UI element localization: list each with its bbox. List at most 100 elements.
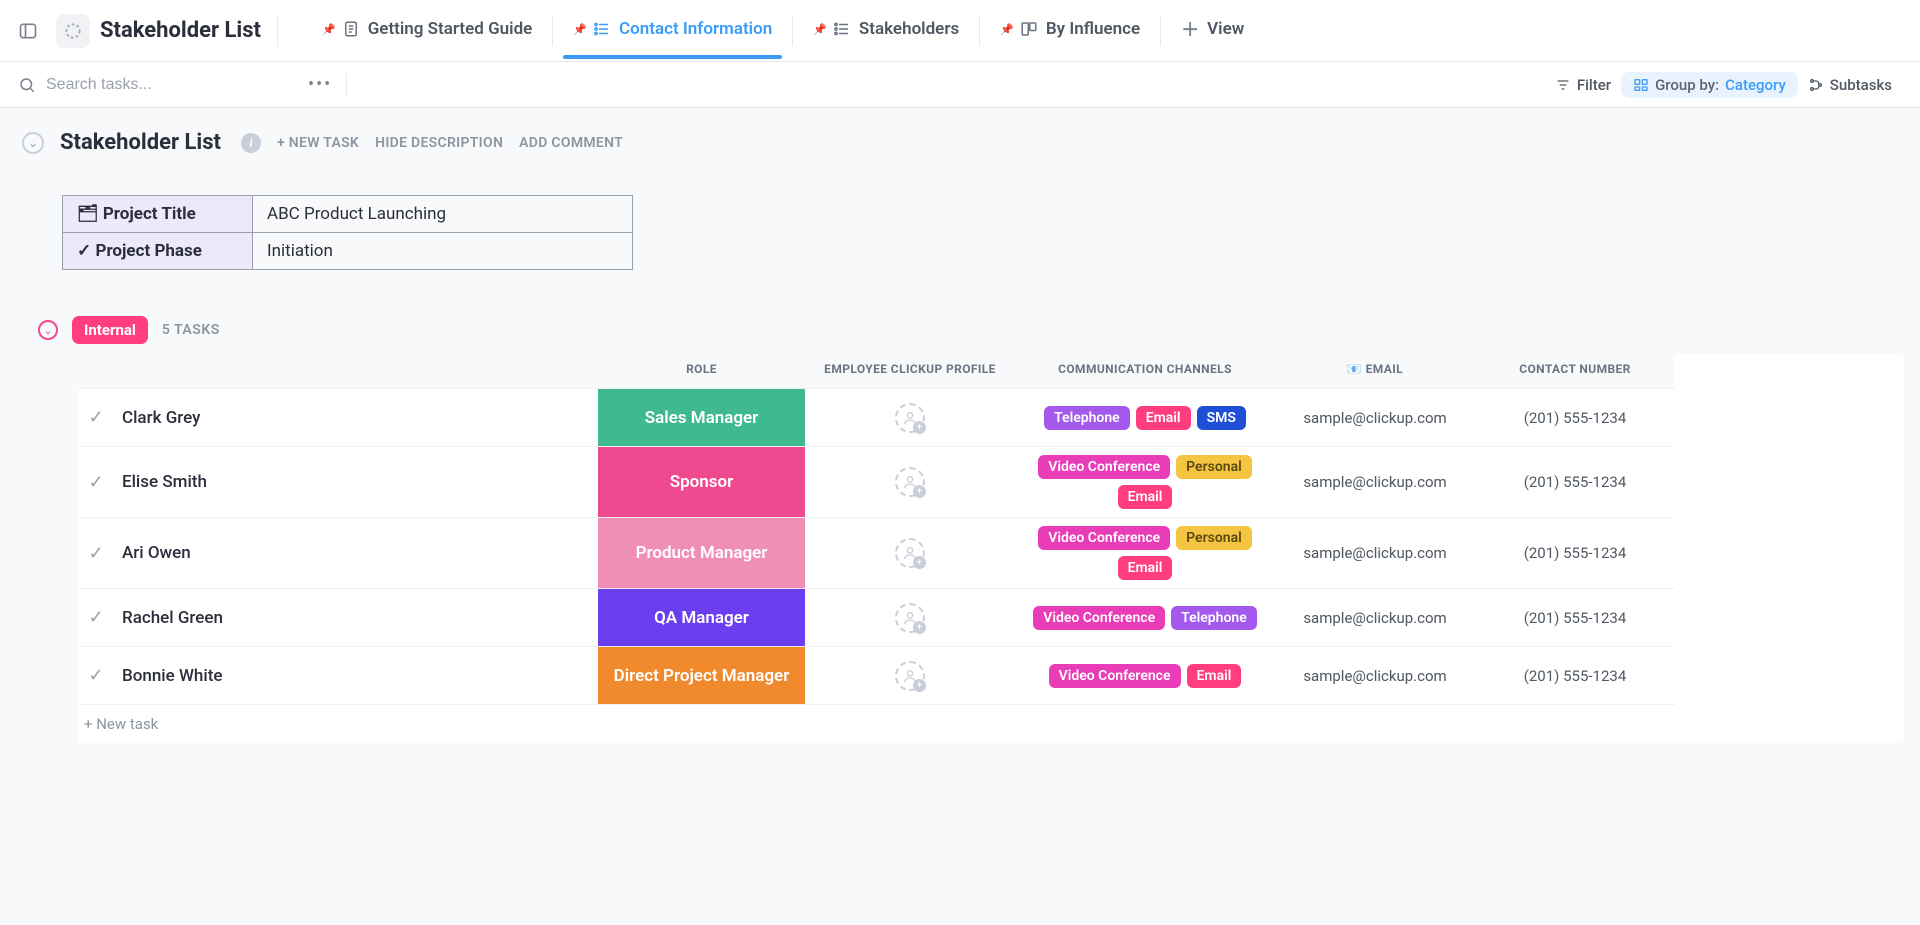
tab-getting-started[interactable]: 📌 Getting Started Guide — [304, 0, 550, 61]
col-email[interactable]: 📧 EMAIL — [1275, 354, 1475, 388]
role-chip: Sponsor — [598, 447, 805, 517]
task-name: Ari Owen — [122, 543, 191, 563]
group-name-pill[interactable]: Internal — [72, 316, 148, 344]
group-by-button[interactable]: Group by: Category — [1621, 72, 1798, 98]
phone-cell[interactable]: (201) 555-1234 — [1475, 446, 1675, 517]
channel-tag[interactable]: Telephone — [1171, 606, 1257, 630]
email-cell[interactable]: sample@clickup.com — [1275, 517, 1475, 588]
email-cell[interactable]: sample@clickup.com — [1275, 388, 1475, 446]
channel-tag[interactable]: Personal — [1176, 526, 1252, 550]
status-check-icon[interactable]: ✓ — [84, 543, 108, 564]
task-row-name[interactable]: ✓Bonnie White — [78, 646, 598, 704]
task-row-name[interactable]: ✓ Rachel Green — [78, 588, 598, 646]
new-task-row[interactable]: + New task — [78, 704, 1675, 743]
profile-cell[interactable] — [805, 446, 1015, 517]
channel-tag[interactable]: Personal — [1176, 455, 1252, 479]
assign-user-icon[interactable] — [895, 467, 925, 497]
assign-user-icon[interactable] — [895, 403, 925, 433]
role-cell[interactable]: Sales Manager — [598, 388, 805, 446]
tab-stakeholders[interactable]: 📌 Stakeholders — [795, 0, 977, 61]
hide-description-button[interactable]: HIDE DESCRIPTION — [375, 135, 503, 151]
profile-cell[interactable] — [805, 517, 1015, 588]
collapse-list-button[interactable]: ⌄ — [22, 132, 44, 154]
channel-tag[interactable]: Telephone — [1044, 406, 1130, 430]
expand-sidebar-button[interactable] — [14, 17, 42, 45]
tab-by-influence[interactable]: 📌 By Influence — [982, 0, 1158, 61]
channel-tag[interactable]: Email — [1187, 664, 1242, 688]
assign-user-icon[interactable] — [895, 603, 925, 633]
channels-cell[interactable]: Video ConferencePersonalEmail — [1015, 517, 1275, 588]
task-row-name[interactable]: ✓Clark Grey — [78, 388, 598, 446]
col-contact[interactable]: CONTACT NUMBER — [1475, 354, 1675, 388]
role-chip: Product Manager — [598, 518, 805, 588]
group-icon — [1633, 77, 1649, 93]
desc-value[interactable]: Initiation — [253, 233, 633, 270]
role-chip: QA Manager — [598, 589, 805, 646]
channel-tag[interactable]: Email — [1118, 485, 1173, 509]
channels-cell[interactable]: Video ConferenceTelephone — [1015, 588, 1275, 646]
more-options-button[interactable]: ••• — [298, 74, 342, 95]
email-cell[interactable]: sample@clickup.com — [1275, 646, 1475, 704]
status-check-icon[interactable]: ✓ — [84, 665, 108, 686]
phone-cell[interactable]: (201) 555-1234 — [1475, 588, 1675, 646]
task-row-name[interactable]: ✓ Ari Owen — [78, 517, 598, 588]
channels-cell[interactable]: TelephoneEmailSMS — [1015, 388, 1275, 446]
task-name: Elise Smith — [122, 472, 207, 492]
phone-cell[interactable]: (201) 555-1234 — [1475, 388, 1675, 446]
collapse-group-button[interactable]: ⌄ — [38, 320, 58, 340]
task-row-name[interactable]: ✓ Elise Smith — [78, 446, 598, 517]
list-title: Stakeholder List — [100, 18, 261, 43]
divider — [792, 16, 793, 46]
filter-button[interactable]: Filter — [1545, 76, 1621, 94]
divider — [979, 16, 980, 46]
list-header: ⌄ Stakeholder List i + NEW TASK HIDE DES… — [16, 130, 1904, 165]
profile-cell[interactable] — [805, 388, 1015, 446]
divider — [1160, 16, 1161, 46]
status-check-icon[interactable]: ✓ — [84, 472, 108, 493]
channel-tag[interactable]: Video Conference — [1033, 606, 1165, 630]
phone-cell[interactable]: (201) 555-1234 — [1475, 517, 1675, 588]
filter-icon — [1555, 77, 1571, 93]
assign-user-icon[interactable] — [895, 538, 925, 568]
col-role[interactable]: ROLE — [598, 354, 805, 388]
list-chip[interactable]: Stakeholder List — [48, 10, 269, 52]
channel-tag[interactable]: Video Conference — [1038, 455, 1170, 479]
add-view-button[interactable]: ＋ View — [1163, 0, 1262, 61]
profile-cell[interactable] — [805, 588, 1015, 646]
role-cell[interactable]: Product Manager — [598, 517, 805, 588]
role-chip: Direct Project Manager — [598, 647, 805, 704]
channels-cell[interactable]: Video ConferencePersonalEmail — [1015, 446, 1275, 517]
add-comment-button[interactable]: ADD COMMENT — [519, 135, 623, 151]
channel-tag[interactable]: Video Conference — [1049, 664, 1181, 688]
info-icon[interactable]: i — [241, 133, 261, 153]
status-check-icon[interactable]: ✓ — [84, 607, 108, 628]
col-channels[interactable]: COMMUNICATION CHANNELS — [1015, 354, 1275, 388]
profile-cell[interactable] — [805, 646, 1015, 704]
group-task-count: 5 TASKS — [162, 322, 220, 338]
tab-contact-information[interactable]: 📌 Contact Information — [555, 0, 790, 61]
search-input[interactable] — [46, 76, 226, 94]
tab-label: By Influence — [1046, 19, 1140, 39]
new-task-button[interactable]: + NEW TASK — [277, 135, 359, 151]
role-cell[interactable]: Direct Project Manager — [598, 646, 805, 704]
role-cell[interactable]: Sponsor — [598, 446, 805, 517]
channel-tag[interactable]: Email — [1118, 556, 1173, 580]
subtasks-button[interactable]: Subtasks — [1798, 76, 1902, 94]
assign-user-icon[interactable] — [895, 661, 925, 691]
pin-icon: 📌 — [813, 23, 827, 36]
phone-cell[interactable]: (201) 555-1234 — [1475, 646, 1675, 704]
channel-tag[interactable]: Email — [1136, 406, 1191, 430]
role-cell[interactable]: QA Manager — [598, 588, 805, 646]
email-cell[interactable]: sample@clickup.com — [1275, 446, 1475, 517]
channel-tag[interactable]: Video Conference — [1038, 526, 1170, 550]
tab-label: Stakeholders — [859, 19, 959, 39]
channel-tag[interactable]: SMS — [1197, 406, 1246, 430]
status-check-icon[interactable]: ✓ — [84, 407, 108, 428]
col-profile[interactable]: EMPLOYEE CLICKUP PROFILE — [805, 354, 1015, 388]
channels-cell[interactable]: Video ConferenceEmail — [1015, 646, 1275, 704]
email-cell[interactable]: sample@clickup.com — [1275, 588, 1475, 646]
desc-key: 🗂 Project Title — [63, 196, 253, 233]
desc-value[interactable]: ABC Product Launching — [253, 196, 633, 233]
task-name: Rachel Green — [122, 608, 223, 628]
tab-label: Getting Started Guide — [368, 19, 533, 39]
